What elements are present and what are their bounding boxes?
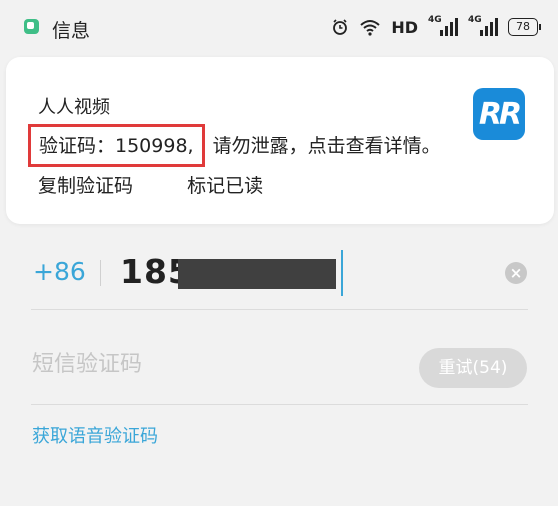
voice-code-link[interactable]: 获取语音验证码 <box>32 422 158 448</box>
sms-code-input[interactable] <box>32 352 392 377</box>
wifi-icon <box>360 20 380 36</box>
text-cursor <box>341 250 343 296</box>
renren-app-logo: RR <box>473 88 525 140</box>
divider <box>31 404 528 405</box>
verification-code-highlight: 验证码：150998, <box>28 124 205 167</box>
status-icons: HD 4G 4G 78 <box>331 14 541 40</box>
clear-icon[interactable]: × <box>505 262 527 284</box>
sms-notification-card[interactable]: 人人视频 验证码：150998, 请勿泄露，点击查看详情。 复制验证码 标记已读… <box>6 57 554 224</box>
copy-code-button[interactable]: 复制验证码 <box>38 175 133 197</box>
notification-message: 验证码：150998, 请勿泄露，点击查看详情。 <box>28 124 441 167</box>
battery-icon: 78 <box>508 18 541 36</box>
alarm-icon <box>333 19 348 35</box>
signal-icon-1: 4G <box>428 15 458 36</box>
hd-indicator: HD <box>391 17 418 37</box>
status-bar: 信息 HD 4G 4G 78 <box>0 0 558 56</box>
signal-icon-2: 4G <box>468 15 498 36</box>
divider <box>31 309 528 310</box>
status-app-name: 信息 <box>52 20 91 42</box>
phone-input-row: +86 185 × <box>0 236 558 308</box>
phone-number-redaction <box>178 259 336 289</box>
mark-read-button[interactable]: 标记已读 <box>187 175 263 197</box>
prefix-divider <box>100 260 101 286</box>
notification-actions: 复制验证码 标记已读 <box>38 171 311 198</box>
notification-sender: 人人视频 <box>38 97 110 118</box>
notification-message-rest: 请勿泄露，点击查看详情。 <box>212 135 441 157</box>
country-code-selector[interactable]: +86 <box>33 257 86 286</box>
retry-button[interactable]: 重试(54) <box>419 348 527 388</box>
messages-app-icon <box>24 19 39 34</box>
